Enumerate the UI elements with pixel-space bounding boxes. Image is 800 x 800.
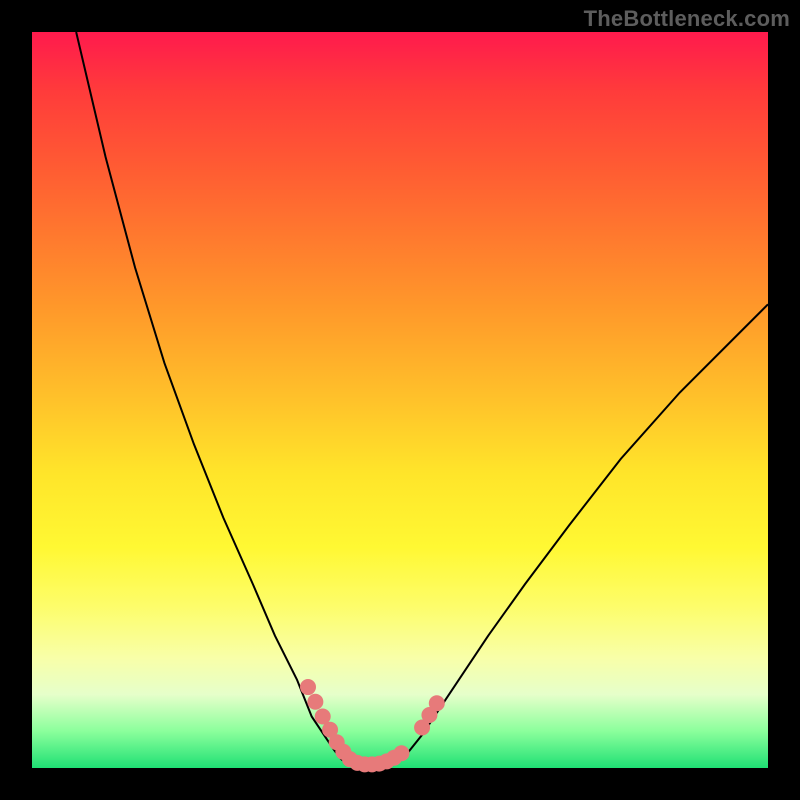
curve-marker — [300, 679, 316, 695]
watermark-text: TheBottleneck.com — [584, 6, 790, 32]
curve-marker — [429, 695, 445, 711]
bottleneck-curve — [76, 32, 768, 768]
curve-marker — [393, 745, 409, 761]
curve-marker — [307, 694, 323, 710]
chart-stage: TheBottleneck.com — [0, 0, 800, 800]
curve-markers — [300, 679, 445, 772]
curve-layer — [32, 32, 768, 768]
plot-area — [32, 32, 768, 768]
